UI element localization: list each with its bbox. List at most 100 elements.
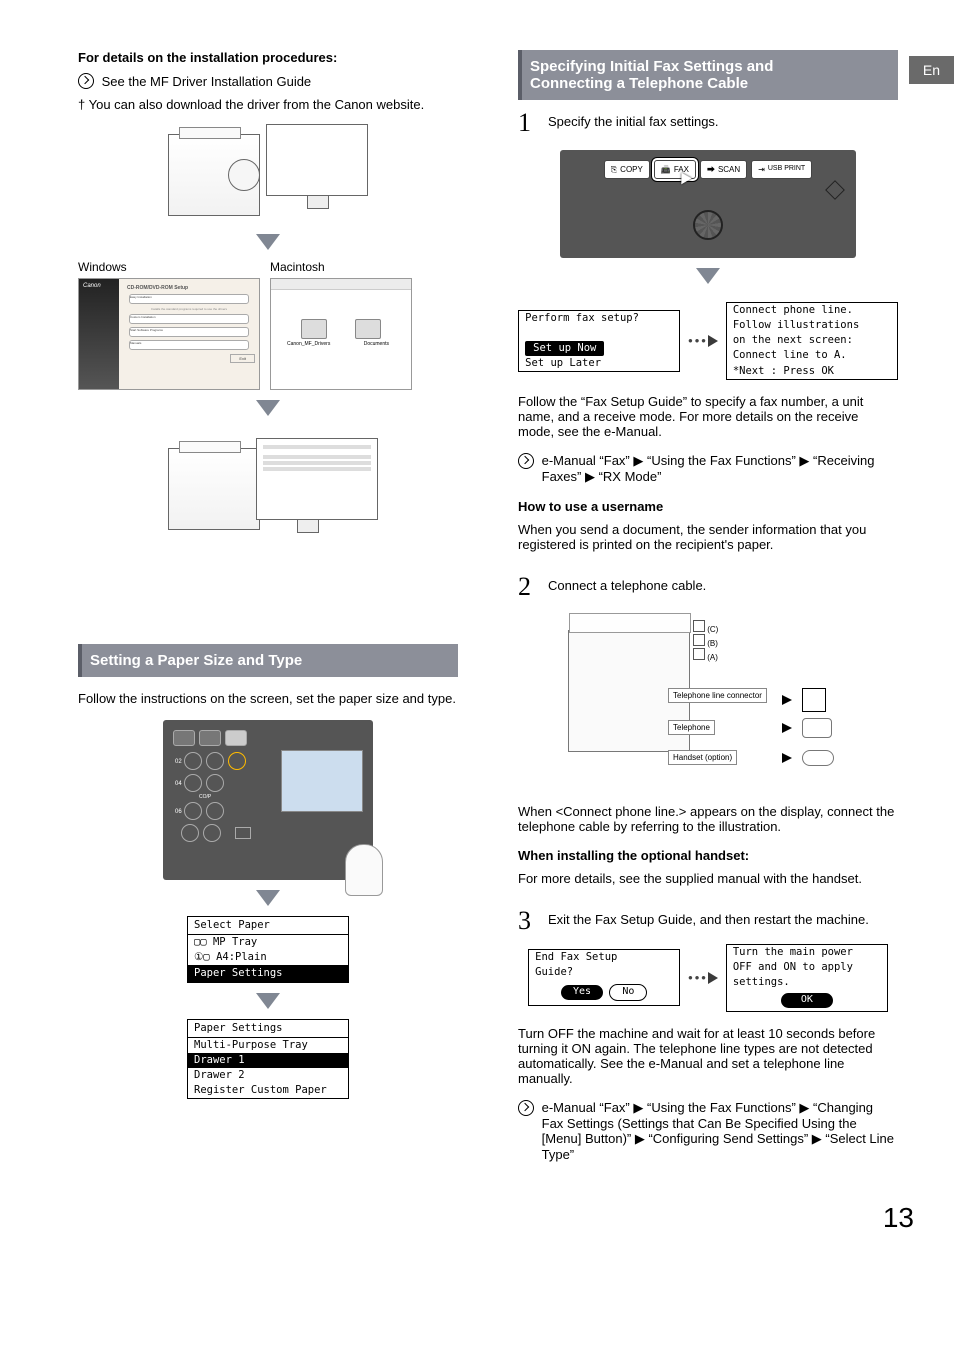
lcd-row-mp: Multi-Purpose Tray (188, 1038, 348, 1053)
printer-monitor-illus (168, 124, 368, 224)
control-panel-illustration: 02 04 CO/P 06 (163, 720, 373, 880)
step-2-text: Connect a telephone cable. (548, 574, 898, 593)
usb-print-button: ⇥USB PRINT (751, 160, 812, 179)
lcdC-l2: Guide? (529, 965, 679, 980)
lcdC-l1: End Fax Setup (529, 950, 679, 965)
mac-folder-docs: Documents (364, 341, 389, 347)
dots-arrow-icon: ••• (688, 333, 718, 348)
label-handset: Handset (option) (668, 750, 737, 765)
windows-installer-screenshot: Canon CD-ROM/DVD-ROM Setup Easy Installa… (78, 278, 260, 390)
step1-paragraph: Follow the “Fax Setup Guide” to specify … (518, 394, 898, 439)
lcdD-l3: settings. (727, 975, 887, 990)
install-illustration-1 (78, 124, 458, 224)
arrow-down-icon (256, 890, 280, 906)
lcdD-ok: OK (781, 993, 833, 1008)
step-2-number: 2 (518, 574, 538, 600)
arrow-right-icon (782, 695, 792, 705)
win-installer-title: CD-ROM/DVD-ROM Setup (127, 285, 251, 291)
lcd-row-mptray: MP Tray (213, 936, 257, 948)
lcd-row-drawer1: Drawer 1 (188, 1053, 348, 1068)
arrow-right-icon (782, 753, 792, 763)
os-screenshots: Windows Canon CD-ROM/DVD-ROM Setup Easy … (78, 260, 458, 390)
lcdD-l1: Turn the main power (727, 945, 887, 960)
paper-intro: Follow the instructions on the screen, s… (78, 691, 458, 706)
lcdA-line1: Perform fax setup? (519, 311, 679, 326)
when-heading: When installing the optional handset: (518, 848, 898, 863)
page: For details on the installation procedur… (0, 0, 954, 1182)
dial-icon (693, 210, 723, 240)
how-paragraph: When you send a document, the sender inf… (518, 522, 898, 552)
lcdB-l1: Connect phone line. (727, 303, 897, 318)
lcd-select-paper-title: Select Paper (188, 917, 348, 935)
ref-fax-2: e-Manual “Fax” ▶ “Using the Fax Function… (518, 1100, 898, 1162)
step-3-text: Exit the Fax Setup Guide, and then resta… (548, 908, 898, 927)
lcd-row-a4plain: A4:Plain (216, 951, 267, 963)
step-3-number: 3 (518, 908, 538, 934)
step3-paragraph: Turn OFF the machine and wait for at lea… (518, 1026, 898, 1086)
lcdB-l2: Follow illustrations (727, 318, 897, 333)
mac-finder-screenshot: Canon_MF_Drivers Documents (270, 278, 412, 390)
how-heading: How to use a username (518, 499, 898, 514)
lcdC-yes: Yes (561, 985, 603, 1000)
lcdA-setup-now: Set up Now (525, 341, 604, 356)
dots-arrow-icon: ••• (688, 970, 718, 985)
label-connector: Telephone line connector (668, 688, 767, 703)
arrow-down-icon (256, 400, 280, 416)
win-btn-start: Start Software Programs (129, 327, 249, 337)
label-b: (B) (693, 634, 718, 648)
mac-folder-drivers: Canon_MF_Drivers (287, 341, 330, 347)
left-column: For details on the installation procedur… (78, 50, 458, 1162)
os-mac-label: Macintosh (270, 260, 458, 274)
install-illustration-2 (78, 428, 458, 548)
lcdD-l2: OFF and ON to apply (727, 960, 887, 975)
arrow-down-icon (256, 234, 280, 250)
win-btn-easy: Easy Installation (129, 294, 249, 304)
lcdA-setup-later: Set up Later (519, 356, 679, 371)
step2-paragraph: When <Connect phone line.> appears on th… (518, 804, 898, 834)
wall-jack-icon (802, 688, 826, 712)
handset-icon (802, 750, 834, 766)
lcd-row-papersettings: Paper Settings (188, 966, 348, 981)
fax-lcd-pair-1: Perform fax setup? Set up Now Set up Lat… (518, 302, 898, 380)
lcd-row-drawer2: Drawer 2 (188, 1068, 348, 1083)
home-icon (825, 180, 845, 200)
function-button-panel: ⎘COPY 📠FAX ⮕SCAN ⇥USB PRINT (560, 150, 856, 258)
label-a: (A) (693, 648, 718, 662)
lcdC-no: No (609, 984, 647, 1001)
lcdB-l5: *Next : Press OK (727, 364, 897, 379)
install-ref-2-text: You can also download the driver from th… (89, 97, 425, 112)
lcd-select-paper: Select Paper ▢▢ MP Tray ①▢ A4:Plain Pape… (187, 916, 349, 983)
label-phone: Telephone (668, 720, 715, 735)
step-1-text: Specify the initial fax settings. (548, 110, 898, 129)
install-ref-2: † You can also download the driver from … (78, 97, 458, 112)
os-windows-label: Windows (78, 260, 266, 274)
phone-connection-illustration: (C) (B) (A) Telephone line connector Tel… (568, 610, 848, 790)
lcdB-l3: on the next screen: (727, 333, 897, 348)
section-paper-heading: Setting a Paper Size and Type (78, 644, 458, 677)
ref-arrow-icon (518, 453, 534, 469)
install-ref-1-text: See the MF Driver Installation Guide (102, 74, 312, 89)
ref-arrow-icon (518, 1100, 534, 1116)
phone-icon (802, 718, 832, 738)
arrow-right-icon (782, 723, 792, 733)
lcd-row-register: Register Custom Paper (188, 1083, 348, 1098)
ref-fax-1-text: e-Manual “Fax” ▶ “Using the Fax Function… (542, 453, 898, 485)
scan-button: ⮕SCAN (700, 160, 747, 179)
copy-button: ⎘COPY (604, 160, 650, 179)
ref-fax-2-text: e-Manual “Fax” ▶ “Using the Fax Function… (542, 1100, 898, 1162)
install-ref-1: See the MF Driver Installation Guide (78, 73, 458, 89)
win-btn-custom: Custom Installation (129, 314, 249, 324)
dagger: † (78, 97, 85, 112)
fax-lcd-pair-2: End Fax Setup Guide? Yes No ••• Turn the… (518, 944, 898, 1012)
win-btn-manuals: Manuals (129, 340, 249, 350)
lcd-paper-settings-title: Paper Settings (188, 1020, 348, 1038)
page-number: 13 (0, 1202, 914, 1234)
ref-fax-1: e-Manual “Fax” ▶ “Using the Fax Function… (518, 453, 898, 485)
lcdB-l4: Connect line to A. (727, 348, 897, 363)
arrow-down-icon (696, 268, 720, 284)
step-1-number: 1 (518, 110, 538, 136)
ref-arrow-icon (78, 73, 94, 89)
install-heading: For details on the installation procedur… (78, 50, 458, 65)
when-paragraph: For more details, see the supplied manua… (518, 871, 898, 886)
arrow-down-icon (256, 993, 280, 1009)
